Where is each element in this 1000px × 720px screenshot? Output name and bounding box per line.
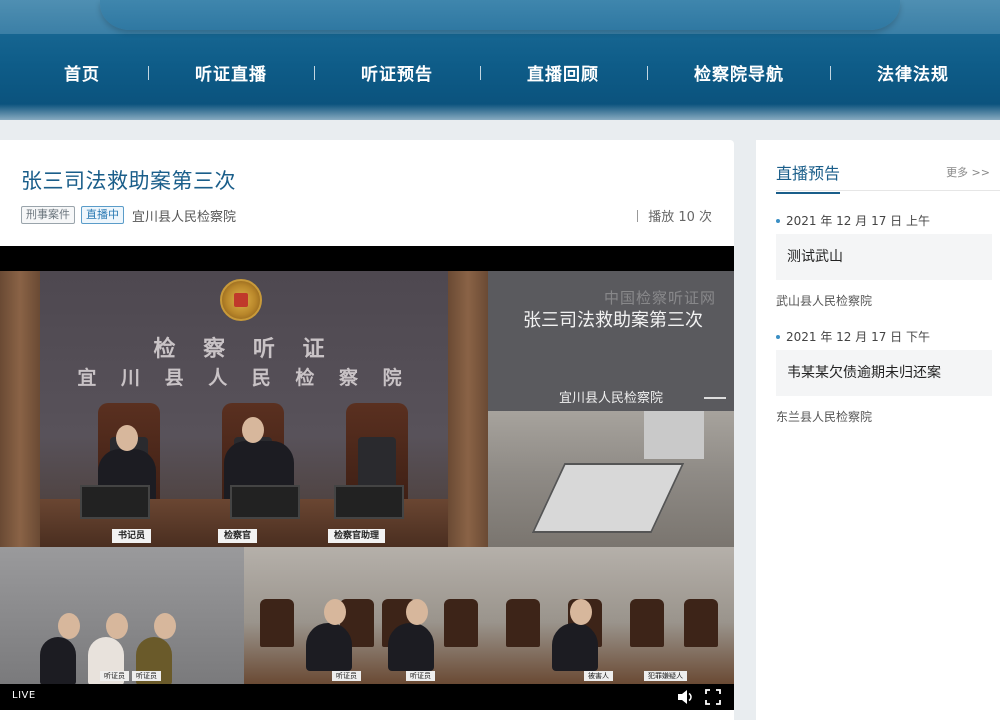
play-count-divider [637, 209, 639, 222]
live-status-tag: 直播中 [81, 206, 124, 224]
header-fade [0, 104, 1000, 120]
small-plate: 听证员 [132, 671, 161, 681]
room-window [644, 411, 704, 459]
sidebar-title: 直播预告 [776, 160, 841, 194]
schedule-date-text: 2021 年 12 月 17 日 上午 [786, 214, 930, 228]
monitor [80, 485, 150, 519]
live-label: LIVE [12, 690, 36, 701]
video-scene-audience: 听证员 听证员 [0, 547, 244, 684]
name-plate: 检察官助理 [328, 529, 386, 543]
schedule-sidebar: 直播预告 更多 >> 2021 年 12 月 17 日 上午 测试武山 武山县人… [756, 140, 1000, 720]
case-title: 张三司法救助案第三次 [21, 169, 236, 193]
wall-title: 检 察 听 证 [153, 336, 335, 362]
main-nav: 首页 听证直播 听证预告 直播回顾 检察院导航 法律法规 [0, 48, 1000, 98]
panel-title: 张三司法救助案第三次 [523, 310, 703, 331]
room-table [531, 463, 685, 533]
person [306, 599, 352, 671]
case-type-tag: 刑事案件 [21, 206, 75, 224]
nav-separator [480, 66, 481, 80]
schedule-date: 2021 年 12 月 17 日 下午 [776, 328, 930, 345]
name-plate: 书记员 [112, 529, 152, 543]
schedule-date-text: 2021 年 12 月 17 日 下午 [786, 330, 930, 344]
wall-subtitle: 宜 川 县 人 民 检 察 院 [77, 367, 411, 389]
video-scene-panel: 听证员 听证员 被害人 犯罪嫌疑人 [244, 547, 734, 684]
panel-dash [704, 397, 726, 399]
small-plate: 被害人 [584, 671, 613, 681]
small-plate: 听证员 [100, 671, 129, 681]
schedule-item-org: 武山县人民检察院 [776, 294, 873, 308]
monitor [230, 485, 300, 519]
panel-org: 宜川县人民检察院 [558, 391, 663, 406]
nav-item-laws[interactable]: 法律法规 [877, 60, 949, 85]
nav-separator [647, 66, 648, 80]
nav-item-procuratorate[interactable]: 检察院导航 [694, 60, 784, 85]
chair [444, 599, 478, 647]
volume-icon[interactable] [676, 688, 694, 706]
schedule-item-title[interactable]: 韦某某欠债逾期未归还案 [776, 350, 992, 396]
person [552, 599, 598, 671]
video-scene-hearing-room: 检 察 听 证 宜 川 县 人 民 检 察 院 书记员 检察官 检察官助理 [0, 271, 488, 547]
nav-item-home[interactable]: 首页 [64, 60, 100, 85]
person [388, 599, 434, 671]
small-plate: 听证员 [332, 671, 361, 681]
chair [684, 599, 718, 647]
chair [260, 599, 294, 647]
play-count: 播放 10 次 [637, 206, 712, 225]
wall-panel [448, 271, 488, 547]
nav-item-replay[interactable]: 直播回顾 [527, 60, 599, 85]
video-player[interactable]: 检 察 听 证 宜 川 县 人 民 检 察 院 书记员 检察官 检察官助理 中国… [0, 246, 734, 710]
person [40, 613, 80, 684]
name-plate: 检察官 [218, 529, 258, 543]
case-card: 张三司法救助案第三次 刑事案件 直播中 宜川县人民检察院 播放 10 次 检 察… [0, 140, 734, 720]
site-header: 首页 听证直播 听证预告 直播回顾 检察院导航 法律法规 [0, 0, 1000, 120]
nav-separator [148, 66, 149, 80]
nav-item-preview[interactable]: 听证预告 [361, 60, 433, 85]
nav-item-live[interactable]: 听证直播 [195, 60, 267, 85]
fullscreen-icon[interactable] [704, 688, 722, 706]
case-org[interactable]: 宜川县人民检察院 [132, 206, 236, 225]
wall-panel [0, 271, 40, 547]
video-info-panel: 中国检察听证网 张三司法救助案第三次 宜川县人民检察院 [488, 271, 734, 411]
video-controls: LIVE [0, 684, 734, 710]
bullet-icon [776, 218, 780, 223]
monitor [334, 485, 404, 519]
small-plate: 犯罪嫌疑人 [644, 671, 687, 681]
video-scene-overhead [488, 411, 734, 547]
case-meta: 刑事案件 直播中 宜川县人民检察院 [21, 206, 236, 225]
more-link[interactable]: 更多 >> [946, 164, 990, 180]
emblem-icon [220, 279, 262, 321]
small-plate: 听证员 [406, 671, 435, 681]
chair [506, 599, 540, 647]
nav-separator [314, 66, 315, 80]
header-notch [100, 0, 900, 30]
sidebar-rule [776, 190, 1000, 191]
schedule-item-org: 东兰县人民检察院 [776, 410, 873, 424]
schedule-item-title[interactable]: 测试武山 [776, 234, 992, 280]
play-count-label: 播放 10 次 [648, 210, 712, 225]
watermark: 中国检察听证网 [603, 289, 716, 307]
chair [630, 599, 664, 647]
nav-separator [830, 66, 831, 80]
bullet-icon [776, 334, 780, 339]
schedule-date: 2021 年 12 月 17 日 上午 [776, 212, 930, 229]
